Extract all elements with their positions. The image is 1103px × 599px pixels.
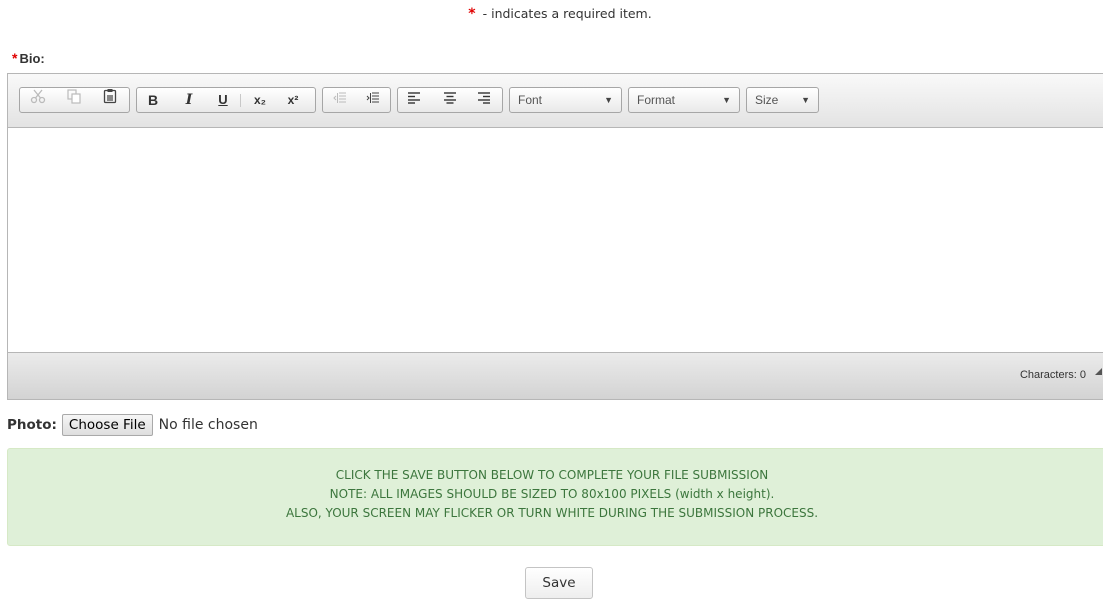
- italic-button[interactable]: I: [177, 88, 201, 112]
- size-select[interactable]: Size ▼: [746, 87, 819, 113]
- character-count: Characters: 0: [1019, 369, 1086, 381]
- bold-button[interactable]: B: [141, 88, 165, 112]
- resize-handle-icon[interactable]: [1095, 368, 1102, 375]
- outdent-icon[interactable]: [328, 88, 352, 112]
- notice-line: ALSO, YOUR SCREEN MAY FLICKER OR TURN WH…: [285, 506, 819, 520]
- file-status-text: No file chosen: [158, 417, 258, 433]
- required-star: *: [12, 50, 18, 66]
- font-select[interactable]: Font ▼: [509, 87, 622, 113]
- bio-label-text: Bio:: [19, 51, 45, 66]
- underline-button[interactable]: U: [211, 88, 235, 112]
- clipboard-group: [19, 87, 130, 113]
- toolbar-separator: [240, 94, 241, 107]
- size-select-label: Size: [755, 93, 779, 107]
- chevron-down-icon: ▼: [722, 95, 731, 105]
- copy-icon[interactable]: [62, 88, 86, 112]
- subscript-button[interactable]: x₂: [248, 88, 272, 112]
- photo-label: Photo:: [7, 417, 57, 433]
- rich-text-editor: B I U x₂ x² Font ▼ Format ▼ Size ▼ Chara…: [7, 73, 1103, 400]
- paste-icon[interactable]: [98, 88, 122, 112]
- align-left-icon[interactable]: [402, 88, 426, 112]
- superscript-button[interactable]: x²: [281, 88, 305, 112]
- editor-toolbar: B I U x₂ x² Font ▼ Format ▼ Size ▼: [8, 74, 1103, 128]
- align-right-icon[interactable]: [472, 88, 496, 112]
- chevron-down-icon: ▼: [801, 95, 810, 105]
- notice-line: CLICK THE SAVE BUTTON BELOW TO COMPLETE …: [335, 468, 769, 482]
- chevron-down-icon: ▼: [604, 95, 613, 105]
- notice-line: NOTE: ALL IMAGES SHOULD BE SIZED TO 80x1…: [329, 487, 775, 501]
- choose-file-button[interactable]: Choose File: [61, 414, 153, 436]
- align-center-icon[interactable]: [438, 88, 462, 112]
- required-note: * - indicates a required item.: [0, 6, 1103, 22]
- editor-content-area[interactable]: [8, 128, 1103, 354]
- editor-status-bar: Characters: 0: [8, 352, 1103, 399]
- required-star: *: [468, 6, 476, 22]
- required-note-text: - indicates a required item.: [482, 6, 652, 21]
- scissors-icon[interactable]: [26, 88, 50, 112]
- font-select-label: Font: [518, 93, 543, 107]
- align-group: [397, 87, 503, 113]
- indent-group: [322, 87, 391, 113]
- bio-label: * Bio:: [12, 50, 45, 66]
- text-style-group: B I U x₂ x²: [136, 87, 316, 113]
- format-select[interactable]: Format ▼: [628, 87, 740, 113]
- indent-icon[interactable]: [361, 88, 385, 112]
- submission-notice: CLICK THE SAVE BUTTON BELOW TO COMPLETE …: [7, 448, 1103, 546]
- format-select-label: Format: [637, 93, 676, 107]
- photo-upload-row: Photo: Choose File No file chosen: [7, 414, 258, 436]
- save-button[interactable]: Save: [525, 567, 593, 599]
